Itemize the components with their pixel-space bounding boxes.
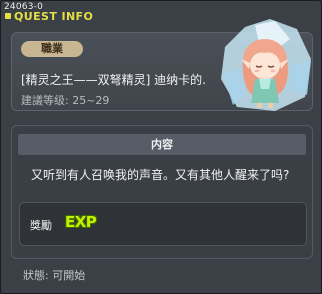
npc-portrait-icon <box>221 19 311 111</box>
reward-label: 獎勵 <box>30 219 52 232</box>
quest-status: 狀態: 可開始 <box>23 269 86 282</box>
reward-box: 獎勵 EXP <box>19 202 307 246</box>
content-header: 内容 <box>18 134 306 155</box>
quest-content-panel: 内容 又听到有人召唤我的声音。又有其他人醒来了吗? 獎勵 EXP <box>11 125 313 259</box>
recommended-level: 建議等级: 25~29 <box>21 94 110 107</box>
title-dot-icon <box>5 13 11 19</box>
exp-icon: EXP <box>65 213 97 231</box>
window-title: QUEST INFO <box>14 10 94 23</box>
quest-description: 又听到有人召唤我的声音。又有其他人醒来了吗? <box>31 168 290 182</box>
job-badge: 職業 <box>21 41 83 57</box>
quest-name: [精灵之王——双弩精灵] 迪纳卡的. <box>21 73 206 87</box>
quest-info-window: 24063-0 QUEST INFO 職業 [精灵之王——双弩精灵] 迪纳卡的.… <box>0 0 322 294</box>
